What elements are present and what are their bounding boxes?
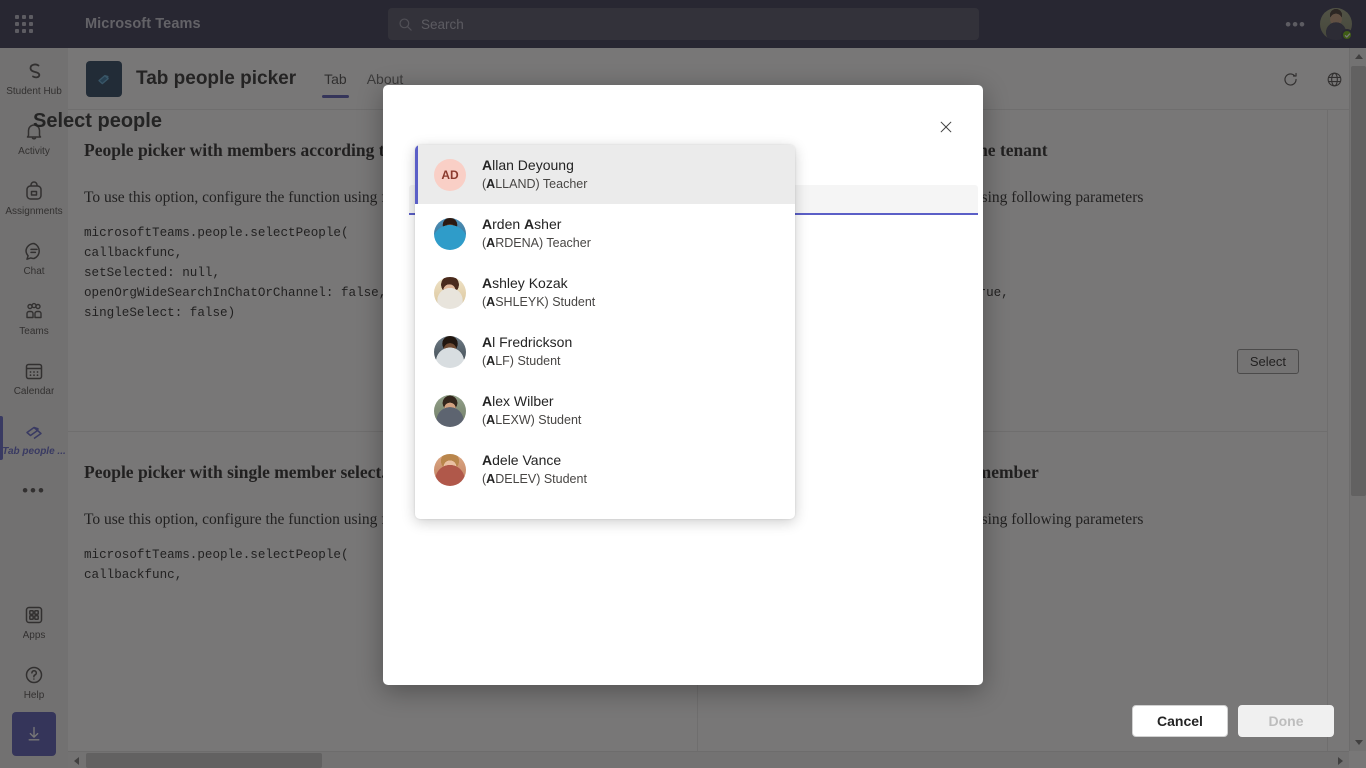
done-button[interactable]: Done	[1238, 705, 1334, 737]
teams-app-window: Microsoft Teams Search •••	[0, 0, 1366, 768]
avatar	[434, 394, 466, 427]
person-alias-role: (ASHLEYK) Student	[482, 294, 596, 309]
list-item-text: Ashley Kozak (ASHLEYK) Student	[482, 275, 595, 310]
list-item-text: Allan Deyoung (ALLAND) Teacher	[482, 157, 587, 192]
avatar	[434, 453, 466, 486]
avatar-initials: AD	[441, 167, 459, 182]
cancel-button[interactable]: Cancel	[1132, 705, 1228, 737]
dialog-footer: Cancel Done	[1132, 705, 1334, 737]
list-item-text: Arden Asher (ARDENA) Teacher	[482, 216, 591, 251]
person-name: Ashley Kozak	[482, 275, 568, 292]
person-name: Adele Vance	[482, 452, 562, 469]
avatar	[434, 276, 466, 309]
list-item-text: Alex Wilber (ALEXW) Student	[482, 393, 581, 428]
list-item[interactable]: Arden Asher (ARDENA) Teacher	[415, 204, 795, 263]
list-item[interactable]: Ashley Kozak (ASHLEYK) Student	[415, 263, 795, 322]
avatar	[434, 217, 466, 250]
list-item[interactable]: Adele Vance (ADELEV) Student	[415, 440, 795, 499]
dialog-title: Select people	[33, 110, 162, 132]
person-name: Al Fredrickson	[482, 334, 573, 351]
list-item[interactable]: Alex Wilber (ALEXW) Student	[415, 381, 795, 440]
close-icon	[940, 121, 952, 133]
avatar	[434, 335, 466, 368]
person-alias-role: (ALEXW) Student	[482, 412, 582, 427]
list-item-text: Adele Vance (ADELEV) Student	[482, 452, 587, 487]
person-alias-role: (ALF) Student	[482, 353, 561, 368]
avatar: AD	[434, 158, 466, 191]
person-alias-role: (ADELEV) Student	[482, 471, 587, 486]
list-item[interactable]: AD Allan Deyoung (ALLAND) Teacher	[415, 145, 795, 204]
people-suggestion-list: AD Allan Deyoung (ALLAND) Teacher Arden …	[415, 145, 795, 519]
person-alias-role: (ALLAND) Teacher	[482, 176, 588, 191]
person-name: Allan Deyoung	[482, 157, 574, 174]
person-name: Alex Wilber	[482, 393, 554, 410]
person-alias-role: (ARDENA) Teacher	[482, 235, 591, 250]
list-item[interactable]: Al Fredrickson (ALF) Student	[415, 322, 795, 381]
person-name: Arden Asher	[482, 216, 562, 233]
close-dialog-button[interactable]	[930, 111, 962, 143]
list-item-text: Al Fredrickson (ALF) Student	[482, 334, 572, 369]
